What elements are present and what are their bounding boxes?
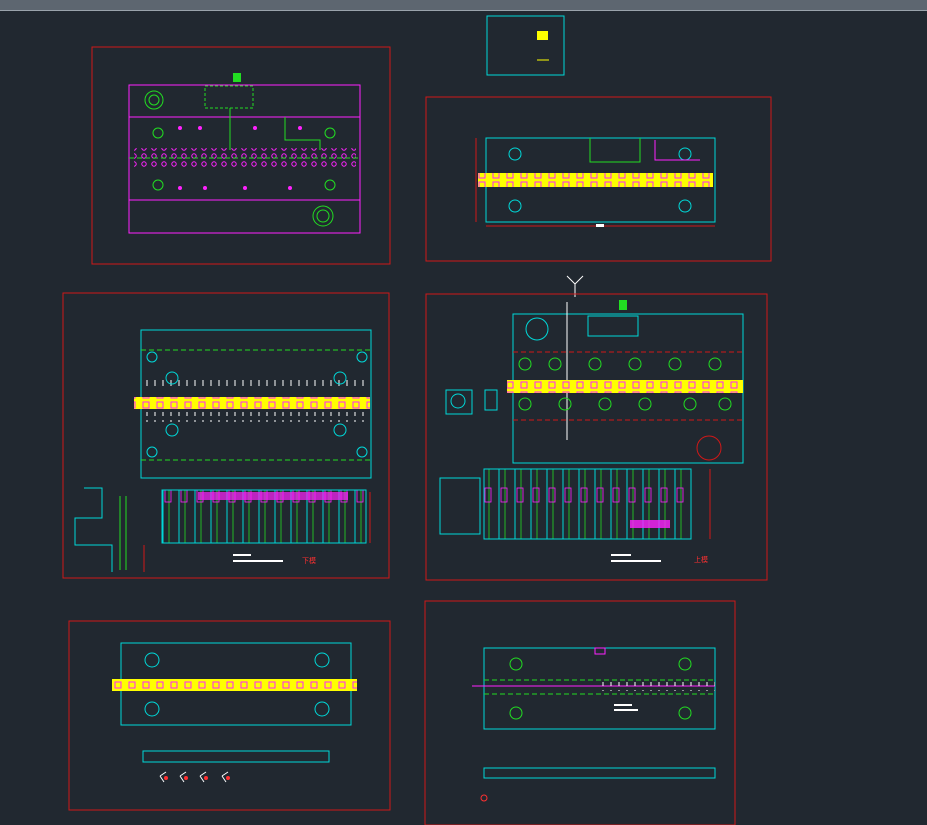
upper-die-label: 上模 — [694, 555, 708, 564]
lower-die-label: 下模 — [302, 556, 316, 565]
bottom-right-sheet[interactable] — [424, 600, 736, 825]
top-right-sheet[interactable] — [425, 96, 772, 262]
title-block[interactable] — [486, 15, 565, 76]
top-left-sheet[interactable] — [91, 46, 391, 265]
drawing-canvas[interactable]: 下模 上模 — [0, 11, 927, 825]
window-title-bar — [0, 0, 927, 11]
mid-right-sheet[interactable]: 上模 — [425, 293, 768, 581]
mid-left-sheet[interactable]: 下模 — [62, 292, 390, 579]
bottom-left-sheet[interactable] — [68, 620, 391, 811]
